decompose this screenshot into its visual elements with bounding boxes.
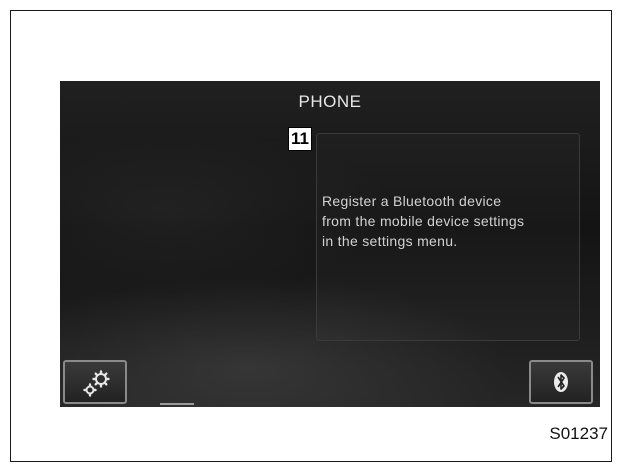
screen-title: PHONE	[298, 92, 362, 111]
bluetooth-icon	[554, 372, 568, 392]
phone-screen: PHONE 11 Register a Bluetooth device fro…	[60, 81, 600, 407]
bluetooth-register-message: Register a Bluetooth device from the mob…	[322, 193, 525, 249]
page-indicator	[160, 403, 194, 405]
figure-id: S01237	[549, 424, 608, 443]
callout-number-badge: 11	[288, 127, 312, 151]
settings-gears-icon	[83, 370, 110, 397]
bluetooth-button[interactable]	[529, 360, 593, 404]
settings-button[interactable]	[63, 360, 127, 404]
